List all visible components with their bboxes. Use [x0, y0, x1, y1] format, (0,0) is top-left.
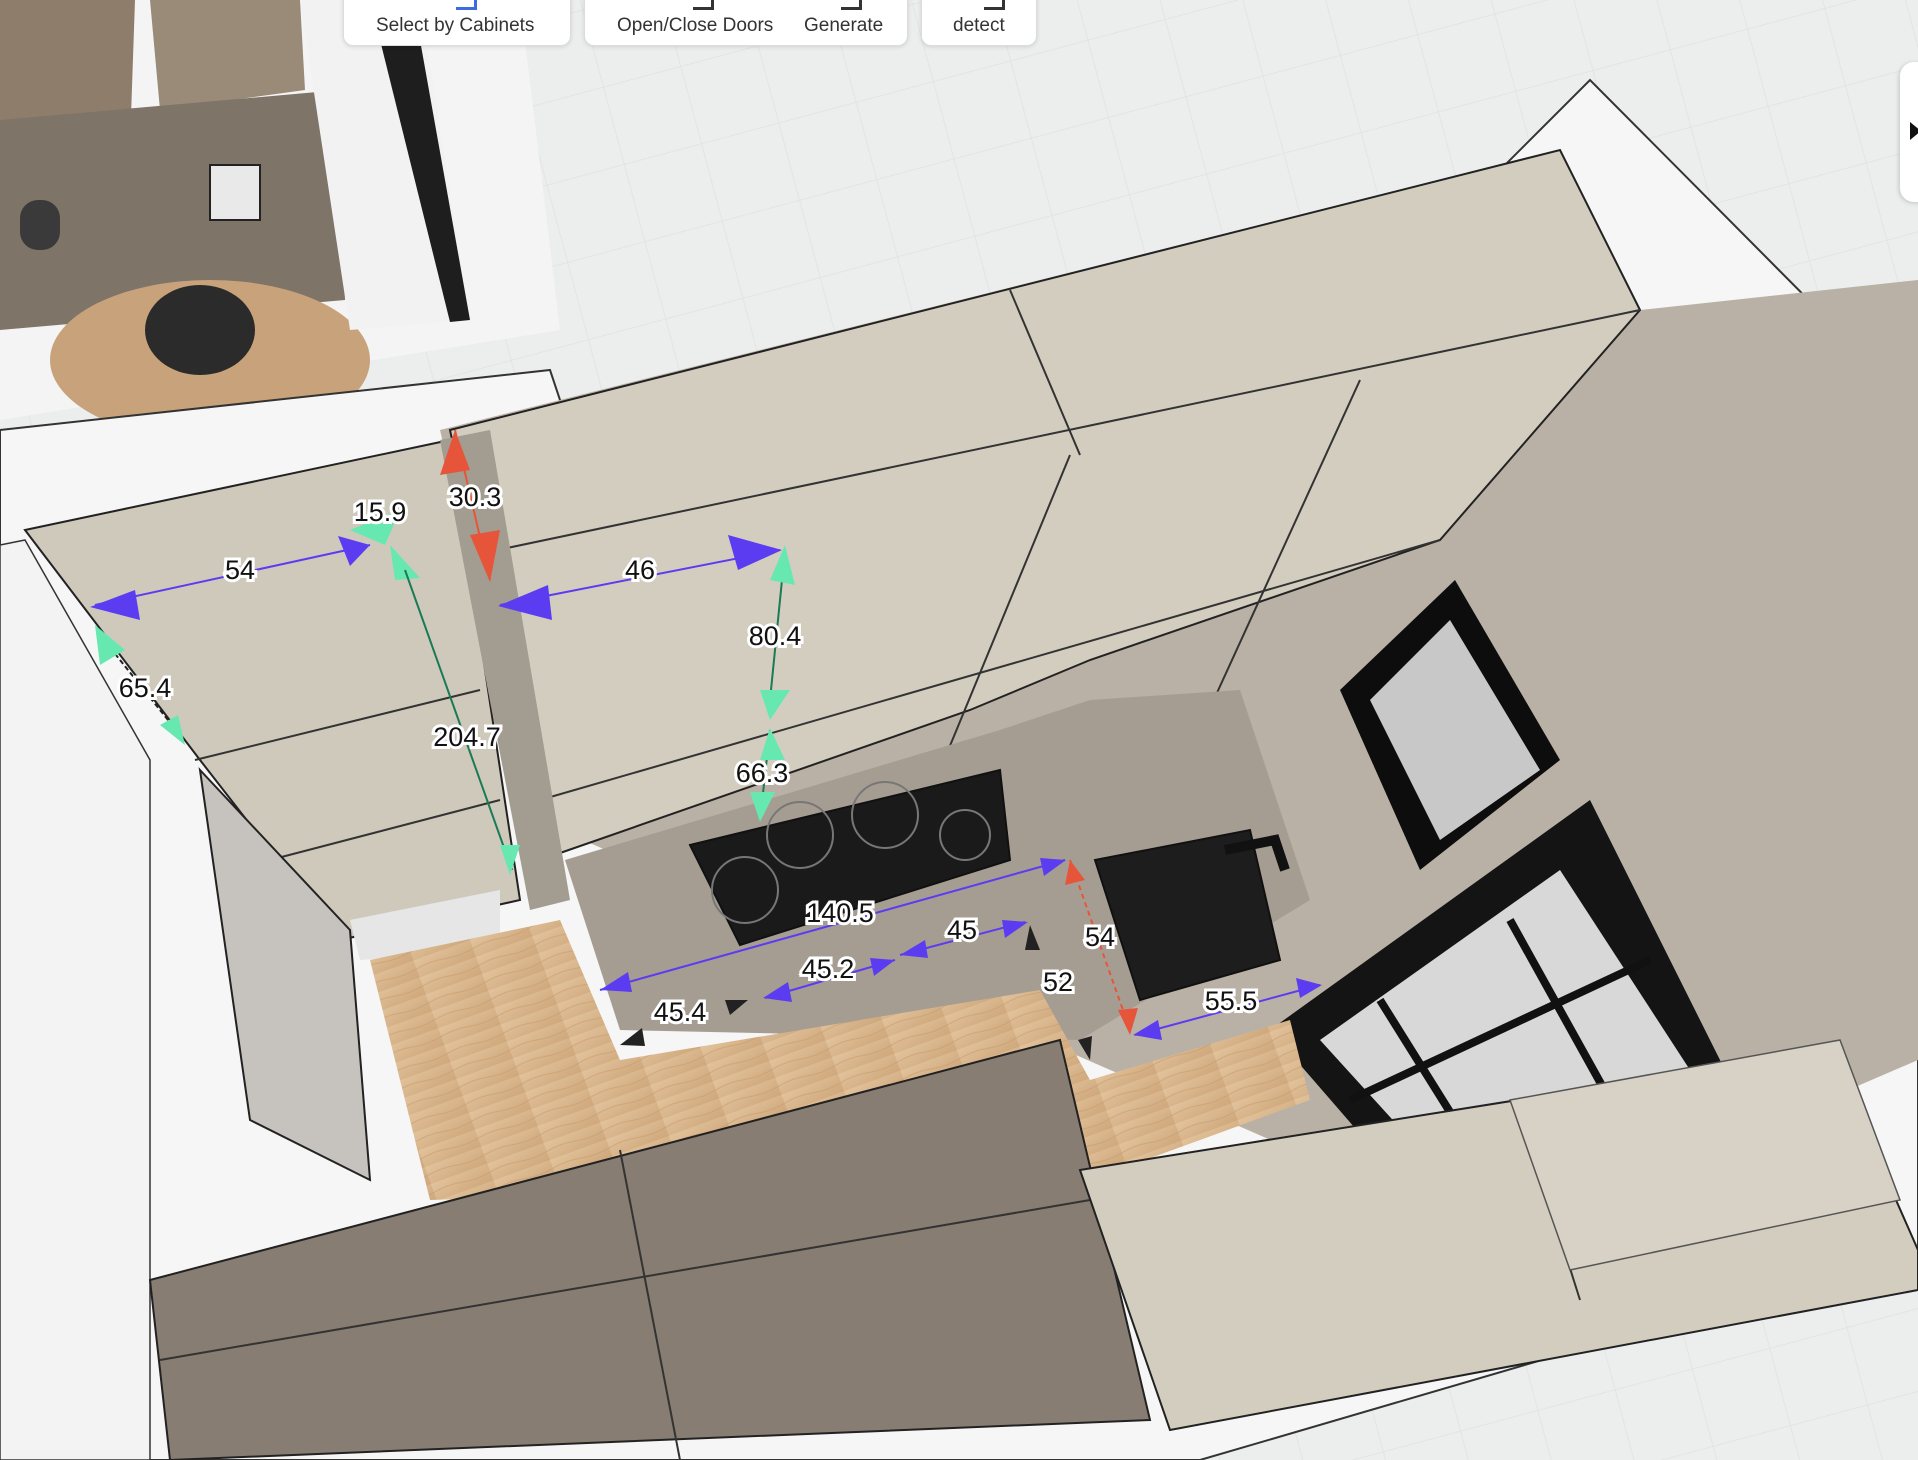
dim-label-base-width-45-4: 45.4 [654, 997, 707, 1027]
toolbar-group-actions: Open/Close Doors Generate [584, 0, 908, 46]
dim-label-base-width-45: 45 [947, 915, 977, 945]
dim-label-upper-left-gap: 15.9 [354, 497, 407, 527]
dim-label-upper-to-counter: 66.3 [736, 758, 789, 788]
side-panel-toggle[interactable] [1900, 62, 1918, 202]
dim-label-upper-width: 46 [625, 555, 655, 585]
3d-kitchen-viewport[interactable]: 54 15.9 65.4 204.7 30.3 46 80.4 66.3 140… [0, 0, 1918, 1460]
detect-icon [984, 0, 1005, 10]
dim-label-sink-width: 55.5 [1205, 986, 1258, 1016]
dim-label-tall-height: 204.7 [433, 722, 501, 752]
dim-label-base-depth: 52 [1043, 967, 1073, 997]
generate-icon [841, 0, 862, 10]
detect-button[interactable]: detect [953, 15, 1005, 37]
dim-label-sink-depth: 54 [1085, 922, 1115, 952]
select-by-cabinets-button[interactable]: Select by Cabinets [376, 15, 534, 37]
dim-label-upper-left-width: 54 [225, 555, 255, 585]
dim-label-base-width-45-2: 45.2 [802, 954, 855, 984]
open-close-doors-icon [693, 0, 714, 10]
select-cabinets-icon [456, 0, 477, 10]
toolbar-group-selection: Select by Cabinets [343, 0, 571, 46]
open-close-doors-button[interactable]: Open/Close Doors [617, 15, 773, 37]
dim-label-upper-height: 80.4 [749, 621, 802, 651]
toolbar-group-detect: detect [921, 0, 1037, 46]
generate-button[interactable]: Generate [804, 15, 883, 37]
dim-label-upper-left-depth: 65.4 [119, 673, 172, 703]
dim-label-upper-top-gap: 30.3 [449, 482, 502, 512]
dim-label-counter-length: 140.5 [806, 898, 874, 928]
caret-right-icon [1910, 122, 1918, 140]
